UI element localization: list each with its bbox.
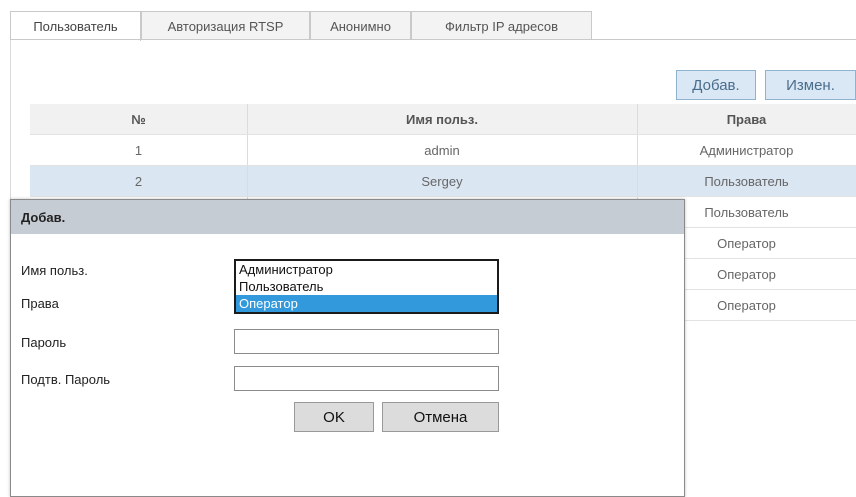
username-label: Имя польз. [21, 263, 88, 278]
tab-anonymous[interactable]: Анонимно [310, 11, 411, 40]
tab-divider [10, 39, 856, 40]
rights-select[interactable]: Администратор Пользователь Оператор [234, 259, 499, 314]
option-user[interactable]: Пользователь [236, 278, 497, 295]
tab-ip-filter[interactable]: Фильтр IP адресов [411, 11, 592, 40]
table-row-selected[interactable]: 2 Sergey Пользователь [30, 166, 856, 197]
row-username: admin [247, 135, 638, 165]
edit-button[interactable]: Измен. [765, 70, 856, 100]
cancel-button[interactable]: Отмена [382, 402, 499, 432]
confirm-password-field[interactable] [234, 366, 499, 391]
password-label: Пароль [21, 335, 67, 350]
header-username: Имя польз. [247, 104, 638, 134]
row-rights: Администратор [699, 142, 794, 158]
table-row[interactable]: 1 admin Администратор [30, 135, 856, 166]
rights-label: Права [21, 296, 59, 311]
header-number: № [30, 104, 248, 134]
row-username: Sergey [247, 166, 638, 196]
row-rights: Пользователь [704, 173, 789, 189]
password-field[interactable] [234, 329, 499, 354]
header-rights: Права [726, 111, 767, 127]
add-button[interactable]: Добав. [676, 70, 756, 100]
tab-user[interactable]: Пользователь [10, 11, 141, 41]
row-number: 2 [30, 166, 248, 196]
confirm-password-label: Подтв. Пароль [21, 372, 111, 387]
ok-button[interactable]: OK [294, 402, 374, 432]
tab-rtsp-auth[interactable]: Авторизация RTSP [141, 11, 310, 40]
row-number: 1 [30, 135, 248, 165]
option-administrator[interactable]: Администратор [236, 261, 497, 278]
add-user-dialog: Добав. Имя польз. Права Администратор По… [10, 199, 685, 497]
option-operator[interactable]: Оператор [236, 295, 497, 312]
tab-bar: Пользователь Авторизация RTSP Анонимно Ф… [0, 0, 856, 41]
dialog-title: Добав. [11, 200, 684, 234]
table-header-row: № Имя польз. Права [30, 104, 856, 135]
